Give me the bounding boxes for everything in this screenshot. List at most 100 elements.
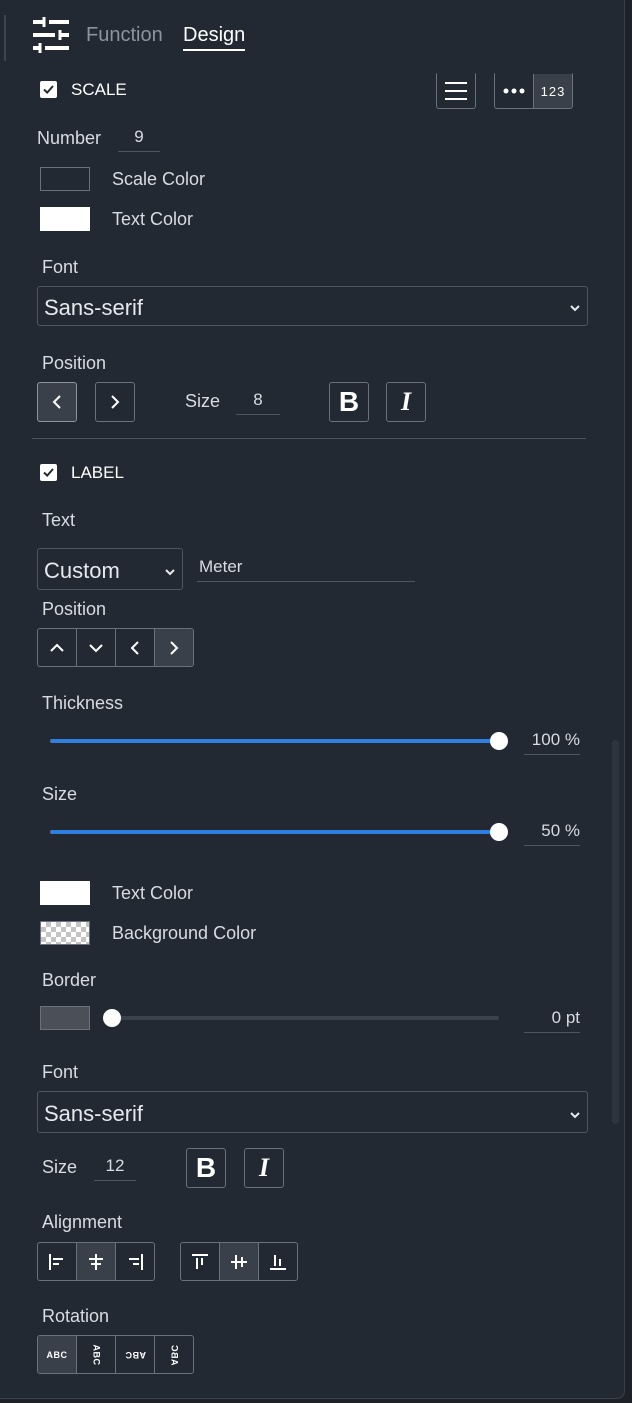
numbers-button-label: 123	[540, 83, 566, 99]
label-italic-button[interactable]: I	[244, 1148, 284, 1188]
scale-bold-button[interactable]: B	[329, 382, 369, 422]
vertical-alignment-group	[180, 1242, 298, 1281]
border-label: Border	[42, 970, 97, 990]
rotation-0-button[interactable]: ABC	[38, 1336, 77, 1373]
chevron-left-icon	[52, 395, 61, 409]
label-section-title: LABEL	[71, 463, 124, 482]
size-slider-handle[interactable]	[490, 823, 508, 841]
scale-font-value: Sans-serif	[44, 295, 144, 320]
tab-design[interactable]: Design	[183, 24, 246, 51]
header-divider	[4, 15, 6, 61]
border-color-swatch[interactable]	[40, 1006, 90, 1030]
label-background-color-label: Background Color	[112, 923, 257, 943]
check-icon	[43, 85, 54, 95]
border-slider-handle[interactable]	[103, 1009, 121, 1027]
border-slider-track[interactable]	[112, 1016, 499, 1020]
align-middle-button[interactable]	[220, 1243, 259, 1280]
scale-style-lines-button[interactable]	[436, 73, 476, 109]
scale-position-label: Position	[42, 353, 107, 373]
rotation-0-text: ABC	[46, 1349, 68, 1360]
scale-italic-button[interactable]: I	[386, 382, 426, 422]
scale-text-color-swatch[interactable]	[40, 207, 90, 231]
chevron-right-icon	[111, 395, 120, 409]
alignment-label: Alignment	[42, 1212, 123, 1232]
italic-icon: I	[258, 1153, 270, 1182]
label-size-label: Size	[42, 784, 78, 804]
tab-function[interactable]: Function	[86, 24, 163, 47]
align-bottom-icon	[270, 1254, 286, 1270]
align-middle-icon	[231, 1254, 247, 1269]
label-font-size-input[interactable]: 12	[94, 1154, 136, 1181]
thickness-slider-handle[interactable]	[490, 732, 508, 750]
rotation-270-button[interactable]: ABC	[155, 1336, 193, 1373]
label-font-select[interactable]: Sans-serif	[37, 1091, 588, 1133]
position-top-button[interactable]	[38, 629, 77, 666]
horizontal-alignment-group	[37, 1242, 155, 1281]
chevron-down-icon	[89, 643, 103, 652]
scale-checkbox[interactable]	[40, 81, 57, 98]
border-value[interactable]: 0 pt	[524, 1006, 580, 1033]
label-font-value: Sans-serif	[44, 1101, 144, 1126]
align-center-icon	[89, 1253, 103, 1270]
rotation-270-text: ABC	[169, 1344, 179, 1365]
label-text-color-swatch[interactable]	[40, 881, 90, 905]
scale-dots-button[interactable]	[495, 74, 534, 108]
settings-sliders-icon	[31, 16, 71, 59]
scale-numbers-button[interactable]: 123	[534, 74, 572, 108]
size-value[interactable]: 50 %	[524, 819, 580, 846]
scale-size-input[interactable]: 8	[236, 388, 280, 415]
bold-icon: B	[195, 1152, 217, 1183]
chevron-up-icon	[50, 643, 64, 652]
panel-header: Function Design	[0, 0, 624, 72]
position-left-button[interactable]	[116, 629, 155, 666]
chevron-left-icon	[130, 640, 139, 655]
scale-text-color-label: Text Color	[112, 209, 194, 229]
thickness-label: Thickness	[42, 693, 124, 713]
align-top-button[interactable]	[181, 1243, 220, 1280]
italic-icon: I	[400, 387, 412, 416]
lines-icon	[445, 82, 467, 100]
scale-position-left-button[interactable]	[37, 382, 77, 422]
align-right-button[interactable]	[116, 1243, 154, 1280]
thickness-value[interactable]: 100 %	[524, 728, 580, 755]
dots-icon	[503, 88, 525, 94]
label-text-input[interactable]: Meter	[197, 555, 415, 582]
panel-scrollbar[interactable]	[612, 740, 619, 1124]
rotation-180-button[interactable]: ABC	[116, 1336, 155, 1373]
section-divider	[32, 438, 586, 439]
align-center-button[interactable]	[77, 1243, 116, 1280]
align-left-button[interactable]	[38, 1243, 77, 1280]
bold-icon: B	[338, 386, 360, 417]
label-checkbox[interactable]	[40, 464, 57, 481]
label-position-label: Position	[42, 599, 107, 619]
label-font-label: Font	[42, 1062, 79, 1082]
align-bottom-button[interactable]	[259, 1243, 297, 1280]
scale-font-label: Font	[42, 257, 79, 277]
rotation-label: Rotation	[42, 1306, 110, 1326]
scale-font-select[interactable]: Sans-serif	[37, 286, 588, 326]
label-background-color-swatch[interactable]	[40, 921, 90, 945]
rotation-group: ABC ABC ABC ABC	[37, 1335, 194, 1374]
scale-number-label: Number	[37, 128, 102, 148]
scale-number-input[interactable]: 9	[118, 125, 160, 152]
scale-position-right-button[interactable]	[95, 382, 135, 422]
scale-color-label: Scale Color	[112, 169, 206, 189]
align-left-icon	[49, 1253, 63, 1270]
chevron-down-icon	[164, 564, 176, 582]
label-text-label: Text	[42, 510, 76, 530]
position-bottom-button[interactable]	[77, 629, 116, 666]
scale-color-swatch[interactable]	[40, 167, 90, 191]
scale-size-label: Size	[185, 391, 221, 411]
label-bold-button[interactable]: B	[186, 1148, 226, 1188]
rotation-180-text: ABC	[124, 1349, 146, 1360]
align-right-icon	[129, 1253, 143, 1270]
scale-display-mode-group: 123	[494, 73, 573, 109]
label-position-group	[37, 628, 194, 667]
label-text-mode-select[interactable]: Custom	[37, 548, 183, 590]
position-right-button[interactable]	[155, 629, 193, 666]
design-panel: Function Design SCALE 123 Number 9 Scale…	[0, 0, 625, 1399]
check-icon	[43, 468, 54, 478]
chevron-right-icon	[170, 640, 179, 655]
label-text-mode-value: Custom	[44, 558, 120, 583]
rotation-90-button[interactable]: ABC	[77, 1336, 116, 1373]
